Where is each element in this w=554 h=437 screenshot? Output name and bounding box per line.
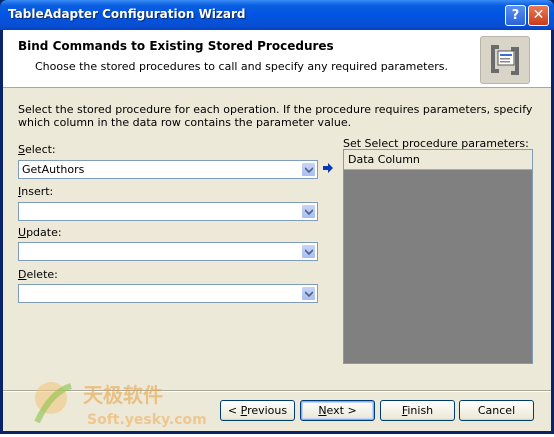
finish-button[interactable]: Finish — [380, 400, 455, 421]
previous-button[interactable]: < Previous — [220, 400, 295, 421]
select-procedure-combo[interactable]: GetAuthors — [18, 160, 318, 179]
svg-text:天极软件: 天极软件 — [83, 383, 163, 407]
watermark-logo: 天极软件 Soft.yesky.com — [23, 374, 223, 434]
insert-label: Insert: — [18, 185, 54, 198]
page-subtitle: Choose the stored procedures to call and… — [35, 60, 448, 73]
title-bar[interactable]: TableAdapter Configuration Wizard ? ✕ — [0, 0, 554, 30]
chevron-down-icon[interactable] — [301, 244, 316, 259]
window-title: TableAdapter Configuration Wizard — [8, 7, 246, 21]
close-button[interactable]: ✕ — [528, 5, 549, 26]
insert-procedure-combo[interactable] — [18, 202, 318, 221]
chevron-down-icon[interactable] — [301, 204, 316, 219]
data-column-header[interactable]: Data Column — [344, 150, 532, 170]
arrow-right-icon — [322, 162, 334, 177]
update-label: Update: — [18, 226, 62, 239]
parameters-grid[interactable]: Data Column — [343, 149, 533, 364]
delete-label: Delete: — [18, 268, 58, 281]
wizard-banner-icon — [480, 36, 530, 84]
wizard-window: TableAdapter Configuration Wizard ? ✕ Bi… — [0, 0, 554, 434]
wizard-header: Bind Commands to Existing Stored Procedu… — [3, 30, 551, 88]
cancel-button[interactable]: Cancel — [459, 400, 534, 421]
help-button[interactable]: ? — [505, 5, 526, 26]
svg-text:Soft.yesky.com: Soft.yesky.com — [87, 412, 207, 428]
delete-procedure-combo[interactable] — [18, 284, 318, 303]
next-button[interactable]: Next > — [300, 400, 375, 421]
chevron-down-icon[interactable] — [301, 286, 316, 301]
select-procedure-value: GetAuthors — [22, 163, 85, 176]
instructions-text: Select the stored procedure for each ope… — [18, 103, 533, 129]
chevron-down-icon[interactable] — [301, 162, 316, 177]
select-label: Select: — [18, 143, 56, 156]
page-title: Bind Commands to Existing Stored Procedu… — [18, 39, 334, 53]
update-procedure-combo[interactable] — [18, 242, 318, 261]
dialog-body: Bind Commands to Existing Stored Procedu… — [3, 30, 551, 431]
